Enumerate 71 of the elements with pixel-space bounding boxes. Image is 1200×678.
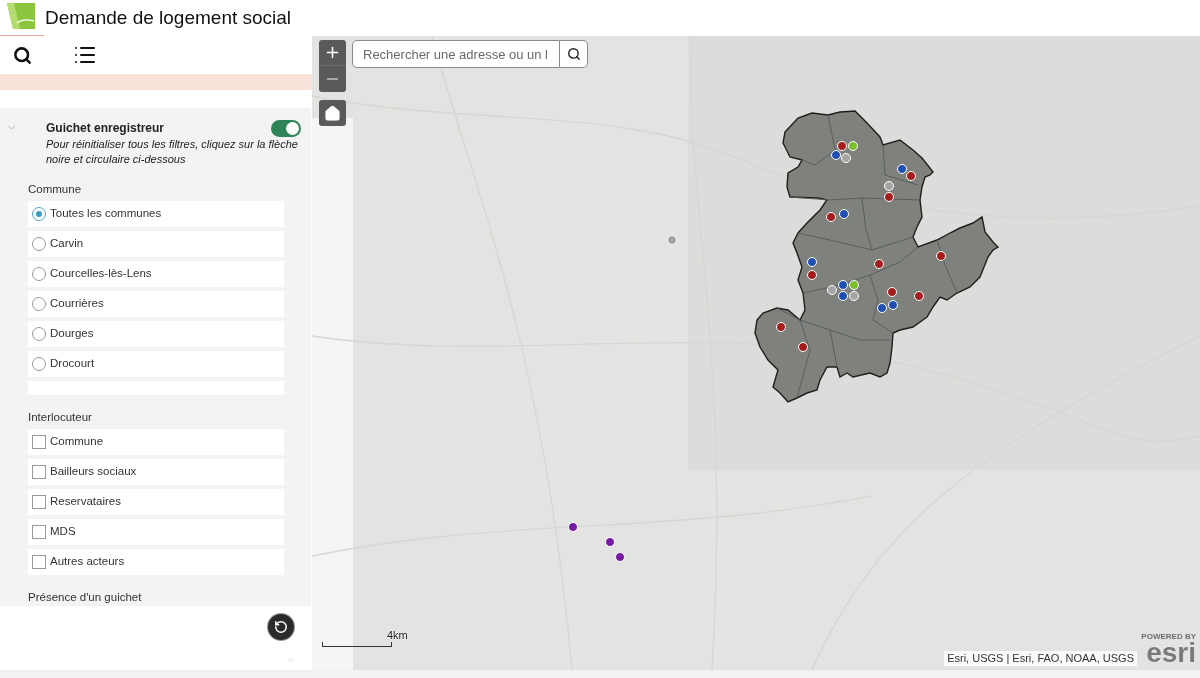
- search-field[interactable]: Rechercher une adresse ou un l: [352, 40, 560, 68]
- map-marker-icon[interactable]: [897, 164, 907, 174]
- home-icon: [324, 104, 341, 122]
- zoom-in-button[interactable]: [319, 40, 346, 66]
- map-view[interactable]: Rechercher une adresse ou un l 4km Esri, USGS | Esri, FAO, NOAA, USGS POWERED BY esri: [312, 36, 1200, 670]
- home-button[interactable]: [319, 100, 346, 126]
- map-marker-icon[interactable]: [807, 270, 817, 280]
- scale-bar: [322, 642, 392, 647]
- radio-option[interactable]: Drocourt: [28, 351, 284, 377]
- checkbox[interactable]: [32, 525, 46, 539]
- circular-arrow-icon: [274, 620, 288, 634]
- checkbox[interactable]: [32, 495, 46, 509]
- filter-group-label: Interlocuteur: [28, 410, 93, 424]
- map-marker-icon[interactable]: [831, 150, 841, 160]
- map-marker-icon[interactable]: [839, 209, 849, 219]
- map-marker-icon[interactable]: [667, 235, 677, 245]
- map-marker-icon[interactable]: [605, 537, 615, 547]
- minus-icon: [327, 78, 338, 80]
- map-marker-icon[interactable]: [849, 291, 859, 301]
- map-marker-icon[interactable]: [826, 212, 836, 222]
- map-marker-icon[interactable]: [849, 280, 859, 290]
- map-marker-icon[interactable]: [874, 259, 884, 269]
- logo-tagline: POWERED BY: [1141, 632, 1196, 641]
- map-marker-icon[interactable]: [906, 171, 916, 181]
- search-icon: [566, 47, 581, 61]
- map-marker-icon[interactable]: [568, 522, 578, 532]
- map-marker-icon[interactable]: [827, 285, 837, 295]
- filter-hint: Pour réinitialiser tous les filtres, cliquez sur la flèche noire et circulaire ci-dessous: [46, 137, 299, 167]
- map-marker-icon[interactable]: [837, 141, 847, 151]
- filter-group-label: Commune: [28, 182, 83, 196]
- map-marker-icon[interactable]: [798, 342, 808, 352]
- logo-wordmark: esri: [1146, 641, 1196, 665]
- checkbox-option[interactable]: MDS: [28, 519, 284, 545]
- checkbox-option[interactable]: Bailleurs sociaux: [28, 459, 284, 485]
- filter-title: Guichet enregistreur: [46, 120, 165, 137]
- logo-icon: [5, 3, 35, 29]
- search-icon: [12, 45, 32, 65]
- radio-option[interactable]: Courrières: [28, 291, 284, 317]
- radio-option[interactable]: Toutes les communes: [28, 201, 284, 227]
- checkbox-option[interactable]: Commune: [28, 429, 284, 455]
- checkbox-option[interactable]: Reservataires: [28, 489, 284, 515]
- map-marker-icon[interactable]: [615, 552, 625, 562]
- scale-label: 4km: [387, 629, 408, 642]
- checkbox-option[interactable]: Autres acteurs: [28, 549, 284, 575]
- map-marker-icon[interactable]: [877, 303, 887, 313]
- map-marker-icon[interactable]: [936, 251, 946, 261]
- checkbox[interactable]: [32, 555, 46, 569]
- app-title: Demande de logement social: [45, 6, 292, 30]
- map-marker-icon[interactable]: [884, 192, 894, 202]
- checkbox[interactable]: [32, 465, 46, 479]
- map-attribution: Esri, USGS | Esri, FAO, NOAA, USGS: [944, 651, 1137, 666]
- map-marker-icon[interactable]: [884, 181, 894, 191]
- toggle-switch[interactable]: [271, 120, 301, 137]
- filter-group-label: Présence d'un guichet: [28, 590, 143, 604]
- reset-filters-button[interactable]: [268, 614, 294, 640]
- checkbox[interactable]: [32, 435, 46, 449]
- map-marker-icon[interactable]: [848, 141, 858, 151]
- map-marker-icon[interactable]: [888, 300, 898, 310]
- map-marker-icon[interactable]: [841, 153, 851, 163]
- territory-area[interactable]: [754, 110, 1000, 403]
- search-button[interactable]: [560, 40, 588, 68]
- map-marker-icon[interactable]: [776, 322, 786, 332]
- radio-option[interactable]: Dourges: [28, 321, 284, 347]
- map-marker-icon[interactable]: [838, 280, 848, 290]
- plus-icon: [324, 44, 341, 61]
- map-marker-icon[interactable]: [887, 287, 897, 297]
- radio-option[interactable]: Carvin: [28, 231, 284, 257]
- map-marker-icon[interactable]: [914, 291, 924, 301]
- map-marker-icon[interactable]: [807, 257, 817, 267]
- map-marker-icon[interactable]: [838, 291, 848, 301]
- radio-option[interactable]: Courcelles-lès-Lens: [28, 261, 284, 287]
